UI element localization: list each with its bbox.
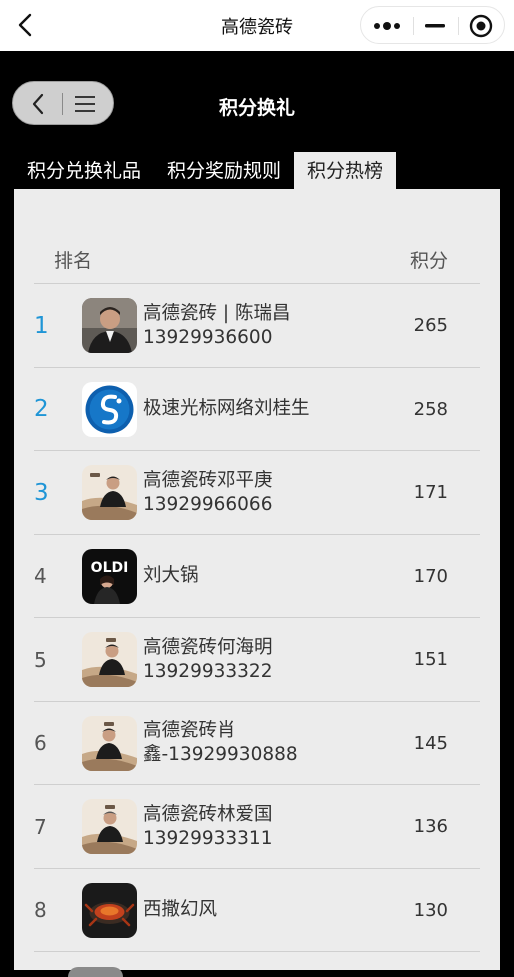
- rank-number: 7: [34, 814, 47, 839]
- avatar: [82, 298, 137, 353]
- more-dots-icon[interactable]: [367, 7, 407, 45]
- avatar: [82, 632, 137, 687]
- table-row[interactable]: 4 OLDI 刘大锅 170: [34, 535, 480, 618]
- avatar: [82, 381, 137, 437]
- capsule-divider: [458, 17, 459, 35]
- mini-program-capsule: [360, 6, 505, 44]
- member-name-line1: 高德瓷砖肖: [143, 720, 236, 741]
- page-title: 积分换礼: [218, 97, 295, 119]
- member-name-line1: 高德瓷砖林爱国: [143, 803, 273, 825]
- avatar: [82, 465, 137, 520]
- rank-number: 4: [34, 564, 47, 588]
- member-name-line2: 13929933322: [143, 660, 273, 682]
- tab-bar: 积分兑换礼品 积分奖励规则 积分热榜: [14, 152, 397, 190]
- rank-number: 1: [34, 312, 49, 339]
- score-value: 136: [413, 816, 448, 837]
- avatar: [82, 882, 137, 938]
- rank-number: 8: [34, 898, 47, 922]
- table-row[interactable]: 7 高德瓷砖林爱国 13929933311 136: [34, 785, 480, 869]
- member-name-line2: 13929933311: [143, 827, 273, 849]
- member-name: 西撒幻风: [143, 869, 383, 952]
- avatar: [68, 967, 123, 977]
- member-name-line1: 高德瓷砖何海明: [143, 636, 273, 658]
- column-header-rank: 排名: [54, 250, 93, 272]
- score-value: 130: [413, 899, 448, 921]
- score-value: 258: [413, 398, 448, 420]
- member-name-line2: 13929936600: [143, 326, 273, 348]
- leaderboard-panel: 排名 积分 1 高德瓷砖 | 陈瑞昌 13929936600 265 2 极速光…: [14, 189, 500, 970]
- member-name-line1: 西撒幻风: [143, 899, 218, 920]
- rank-number: 2: [34, 396, 49, 422]
- leaderboard-list: 1 高德瓷砖 | 陈瑞昌 13929936600 265 2 极速光标网络刘桂生…: [34, 284, 480, 952]
- page-header: 积分换礼: [0, 51, 514, 151]
- top-nav-bar: 高德瓷砖: [0, 0, 514, 51]
- member-name: 高德瓷砖 | 陈瑞昌 13929936600: [143, 284, 383, 367]
- tab-reward-rules[interactable]: 积分奖励规则: [154, 152, 294, 190]
- member-name: 刘大锅: [143, 535, 383, 618]
- member-name: 极速光标网络刘桂生: [143, 368, 383, 451]
- score-value: 171: [413, 482, 448, 503]
- score-value: 151: [413, 649, 448, 670]
- table-row[interactable]: 1 高德瓷砖 | 陈瑞昌 13929936600 265: [34, 284, 480, 368]
- avatar: [82, 799, 137, 854]
- tab-exchange-gifts[interactable]: 积分兑换礼品: [14, 152, 154, 190]
- rank-number: 3: [34, 479, 49, 506]
- member-name: 高德瓷砖肖 鑫-13929930888: [143, 702, 383, 785]
- table-row[interactable]: 3 高德瓷砖邓平庚 13929966066 171: [34, 451, 480, 535]
- rank-number: 6: [34, 731, 47, 755]
- capsule-divider: [413, 17, 414, 35]
- table-row[interactable]: 8 西撒幻风 130: [34, 869, 480, 952]
- member-name: 高德瓷砖林爱国 13929933311: [143, 785, 383, 868]
- score-value: 265: [413, 315, 448, 336]
- member-name: 高德瓷砖何海明 13929933322: [143, 618, 383, 701]
- member-name-line1: 极速光标网络刘桂生: [143, 398, 310, 419]
- member-name-line2: 13929966066: [143, 493, 273, 515]
- avatar: [82, 715, 137, 771]
- score-value: 170: [413, 565, 448, 587]
- minimize-icon[interactable]: [417, 7, 453, 45]
- column-header-score: 积分: [409, 250, 448, 272]
- table-row[interactable]: 5 高德瓷砖何海明 13929933322 151: [34, 618, 480, 702]
- table-row[interactable]: 6 高德瓷砖肖 鑫-13929930888 145: [34, 702, 480, 785]
- member-name-line2: 鑫-13929930888: [143, 744, 298, 765]
- member-name-line1: 刘大锅: [143, 565, 199, 586]
- score-value: 145: [413, 732, 448, 754]
- table-header: 排名 积分: [34, 234, 480, 284]
- rank-number: 5: [34, 647, 47, 672]
- member-name-line1: 高德瓷砖邓平庚: [143, 469, 273, 491]
- tab-leaderboard[interactable]: 积分热榜: [294, 152, 397, 190]
- avatar: OLDI: [82, 548, 137, 604]
- member-name-line1: 高德瓷砖 | 陈瑞昌: [143, 302, 291, 324]
- avatar-logo-text: OLDI: [91, 560, 129, 576]
- table-row[interactable]: 2 极速光标网络刘桂生 258: [34, 368, 480, 451]
- member-name: 高德瓷砖邓平庚 13929966066: [143, 451, 383, 534]
- target-circle-icon[interactable]: [461, 7, 501, 45]
